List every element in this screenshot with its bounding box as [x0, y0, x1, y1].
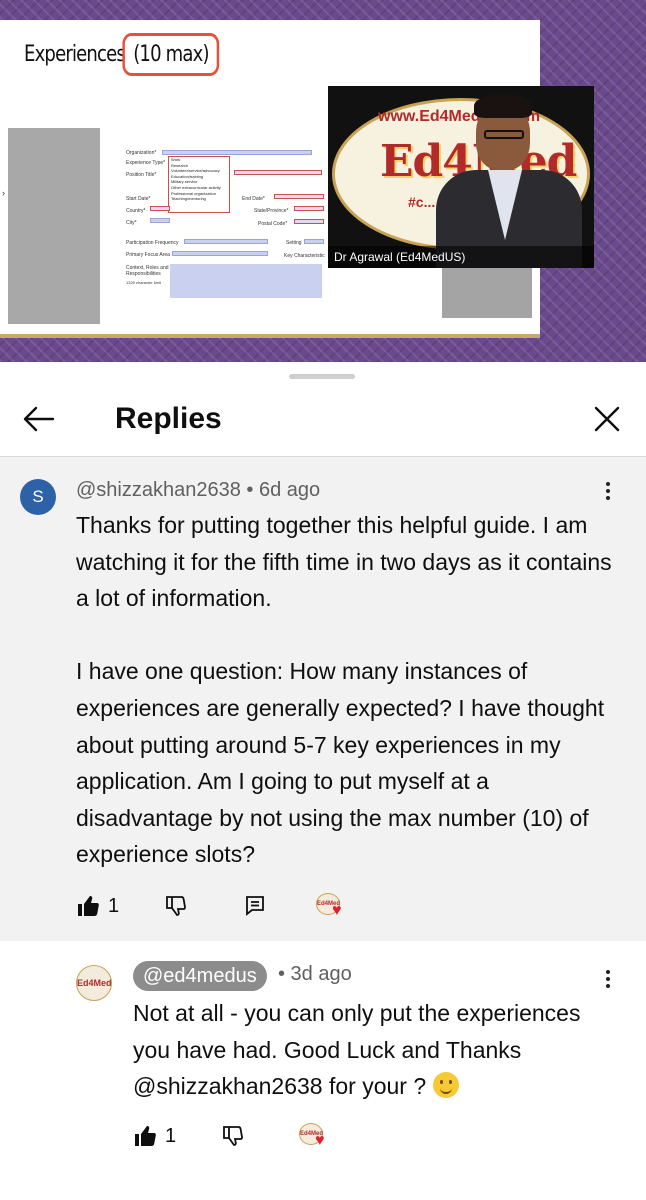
slide-sidebar-block	[8, 128, 100, 324]
meta-separator: •	[240, 479, 259, 501]
video-player[interactable]: Experiences (10 max) › Organization* Exp…	[0, 0, 646, 362]
like-button[interactable]: 1	[133, 1121, 176, 1151]
replies-sheet: Replies S @shizzakhan2638 • 6d ago Thank…	[0, 362, 646, 1200]
comment-text: Thanks for putting together this helpful…	[76, 512, 612, 868]
form-label: Setting	[286, 240, 302, 246]
form-label: Key Characteristic	[284, 253, 325, 259]
form-field	[294, 206, 324, 211]
parent-comment: S @shizzakhan2638 • 6d ago Thanks for pu…	[0, 457, 646, 941]
like-button[interactable]: 1	[76, 891, 119, 921]
reply-icon	[246, 896, 264, 916]
webcam-caption: Dr Agrawal (Ed4MedUS)	[328, 246, 594, 268]
form-label: 1325 character limit	[126, 280, 161, 285]
form-field	[274, 194, 324, 199]
drag-handle[interactable]	[289, 374, 355, 379]
comment-meta: @shizzakhan2638 • 6d ago	[76, 479, 320, 502]
form-field	[294, 219, 324, 224]
thumbs-down-icon	[166, 896, 186, 916]
creator-reply: Ed4Med @ed4medus • 3d ago Not at all - y…	[0, 941, 646, 1200]
form-field	[150, 206, 170, 211]
dropdown-option: Other extracurricular activity	[171, 184, 221, 190]
webcam-overlay: www.Ed4MedUS.com Ed4Med #c... w... Dr Ag…	[328, 86, 594, 268]
creator-heart-icon: Ed4Med ♥	[299, 1123, 331, 1149]
reply-age: • 3d ago	[278, 963, 352, 985]
avatar[interactable]: S	[20, 479, 56, 515]
reply-button[interactable]	[244, 891, 266, 921]
avatar[interactable]: Ed4Med	[76, 965, 112, 1001]
heart-icon: ♥	[315, 1132, 325, 1149]
dropdown-option: Teaching/mentoring	[171, 196, 206, 202]
slide-title: Experiences (10 max)	[24, 33, 220, 76]
form-label: Postal Code*	[258, 221, 288, 227]
form-label: Organization*	[126, 150, 157, 156]
form-field	[172, 251, 268, 256]
thumbs-up-icon	[135, 1126, 156, 1146]
form-field	[184, 239, 268, 244]
form-label: City*	[126, 220, 137, 226]
slide-block	[442, 266, 532, 318]
form-label: Participation Frequency	[126, 240, 179, 246]
form-textarea	[170, 264, 322, 298]
comment-age: 6d ago	[258, 479, 321, 501]
slide-title-text: Experiences	[24, 42, 130, 67]
form-label: Country*	[126, 208, 146, 214]
form-label: Start Date*	[126, 196, 151, 202]
form-field	[304, 239, 324, 244]
form-label: State/Province*	[254, 208, 289, 214]
form-label: Experience Type*	[126, 160, 166, 166]
experience-type-dropdown: Work Research Volunteer/service/advocacy…	[168, 156, 230, 213]
form-field	[234, 170, 322, 175]
presenter-glasses	[484, 130, 524, 139]
like-count: 1	[108, 894, 120, 917]
reply-actions: 1 Ed4Med ♥	[133, 1121, 393, 1151]
close-icon[interactable]	[588, 400, 626, 438]
comment-author[interactable]: @shizzakhan2638	[76, 479, 241, 501]
more-vert-icon[interactable]	[598, 967, 618, 997]
comment-actions: 1 Ed4Med ♥	[76, 891, 376, 921]
dislike-button[interactable]	[164, 891, 188, 921]
form-field	[150, 218, 170, 223]
reply-text: Not at all - you can only put the experi…	[133, 995, 613, 1105]
slide-title-highlight: (10 max)	[122, 33, 220, 76]
dislike-button[interactable]	[221, 1121, 245, 1151]
presenter-hair	[474, 94, 532, 118]
more-vert-icon[interactable]	[598, 479, 618, 509]
thumbs-down-icon	[223, 1126, 243, 1146]
creator-handle-badge[interactable]: @ed4medus	[133, 961, 267, 991]
thumbs-up-icon	[78, 896, 99, 916]
sheet-header: Replies	[0, 392, 646, 454]
slide-arrow-icon: ›	[2, 188, 5, 198]
form-label: Primary Focus Area	[126, 252, 170, 258]
back-arrow-icon[interactable]	[20, 400, 58, 438]
form-label: Position Title*	[126, 172, 157, 178]
sheet-title: Replies	[115, 402, 222, 435]
like-count: 1	[165, 1124, 177, 1147]
heart-icon: ♥	[332, 902, 342, 919]
form-label: Context, Roles and Responsibilities	[126, 265, 169, 277]
form-label: End Date*	[242, 196, 265, 202]
creator-heart-icon: Ed4Med ♥	[316, 893, 348, 919]
form-field	[162, 150, 312, 155]
reply-text-content: Not at all - you can only put the experi…	[133, 1000, 581, 1100]
smile-emoji-icon	[432, 1072, 459, 1099]
